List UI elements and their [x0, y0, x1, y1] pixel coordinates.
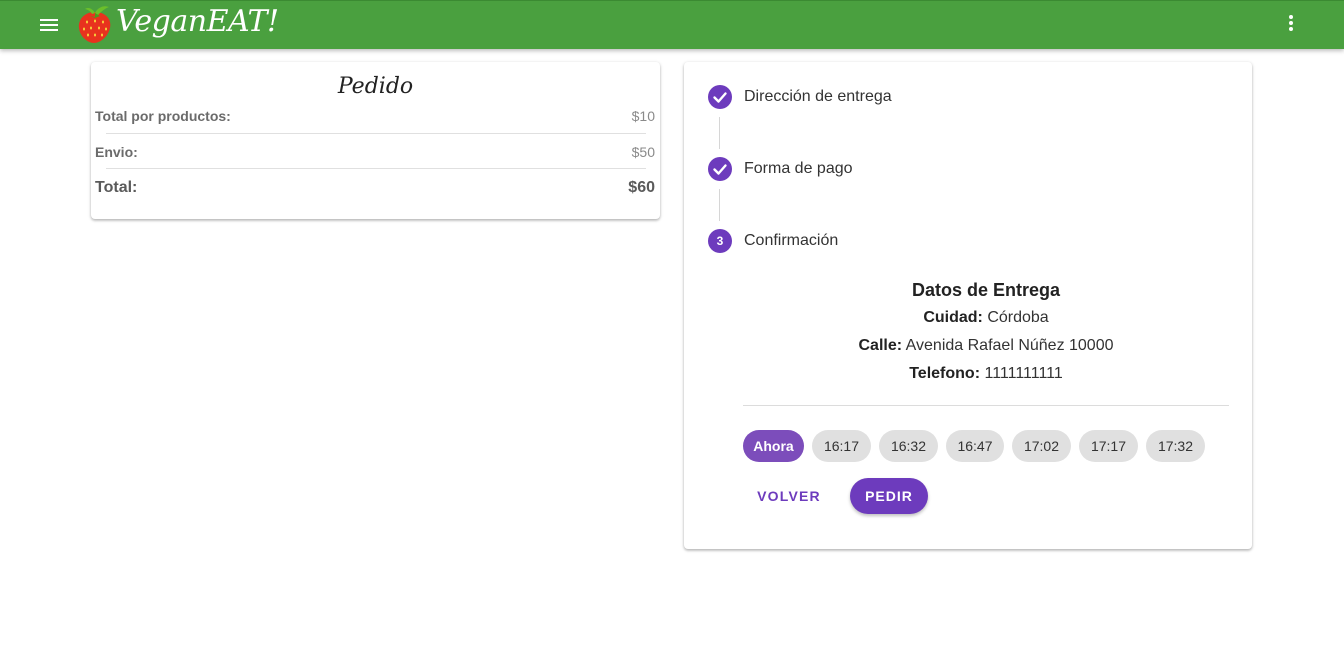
detail-city: Cuidad: Córdoba [743, 309, 1229, 327]
back-button[interactable]: VOLVER [748, 478, 830, 514]
time-chip-now[interactable]: Ahora [743, 430, 804, 462]
summary-value: $50 [631, 144, 655, 160]
summary-row-shipping: Envio: $50 [95, 144, 655, 164]
checkout-stepper-card: Dirección de entrega Forma de pago 3 Con… [684, 62, 1252, 549]
summary-label: Total por productos: [95, 108, 231, 124]
time-chip[interactable]: 16:17 [812, 430, 871, 462]
step-connector [719, 117, 720, 149]
order-button[interactable]: PEDIR [850, 478, 928, 514]
time-chip[interactable]: 17:17 [1079, 430, 1138, 462]
summary-row-products: Total por productos: $10 [95, 108, 655, 128]
step-label: Dirección de entrega [744, 88, 892, 105]
time-chip[interactable]: 16:47 [946, 430, 1004, 462]
delivery-details-title: Datos de Entrega [911, 280, 1061, 300]
time-chip[interactable]: 17:32 [1146, 430, 1205, 462]
detail-value: Córdoba [987, 309, 1049, 326]
total-value: $60 [628, 179, 655, 196]
divider [106, 168, 646, 169]
hamburger-menu-icon[interactable] [40, 16, 62, 34]
detail-street: Calle: Avenida Rafael Núñez 10000 [743, 337, 1229, 355]
strawberry-logo-icon [78, 6, 111, 43]
time-chip[interactable]: 16:32 [879, 430, 938, 462]
detail-label: Calle: [858, 337, 903, 354]
summary-row-total: Total: $60 [95, 179, 655, 199]
detail-label: Cuidad: [923, 309, 983, 326]
total-label: Total: [95, 179, 138, 196]
step-number-badge: 3 [708, 229, 732, 253]
brand-title[interactable]: VeganEAT! [116, 4, 279, 39]
step-label: Forma de pago [744, 160, 853, 177]
divider [106, 133, 646, 134]
step-label: Confirmación [744, 232, 839, 249]
detail-value: 1111111111 [984, 365, 1063, 382]
order-summary-card: Pedido Total por productos: $10 Envio: $… [91, 62, 660, 219]
detail-label: Telefono: [909, 365, 981, 382]
detail-value: Avenida Rafael Núñez 10000 [905, 337, 1114, 354]
step-connector [719, 189, 720, 221]
check-icon [708, 157, 732, 181]
summary-value: $10 [631, 108, 655, 124]
detail-phone: Telefono: 1111111111 [743, 365, 1229, 383]
time-chip[interactable]: 17:02 [1012, 430, 1071, 462]
check-icon [708, 85, 732, 109]
app-bar: VeganEAT! [0, 0, 1344, 49]
divider [743, 405, 1229, 406]
order-title: Pedido [337, 74, 414, 99]
more-vert-icon[interactable] [1282, 15, 1300, 37]
summary-label: Envio: [95, 144, 138, 160]
